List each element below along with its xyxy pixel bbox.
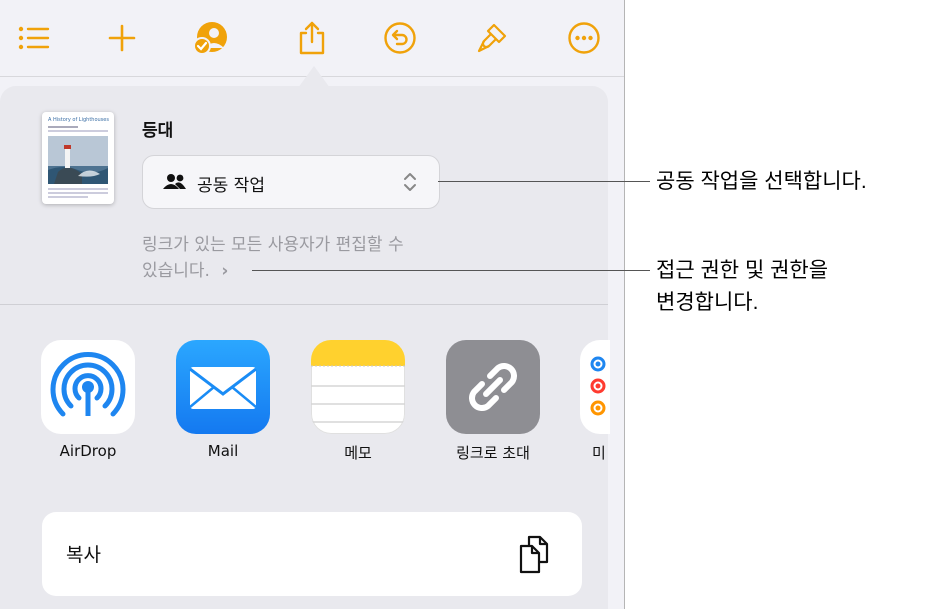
- add-icon[interactable]: [102, 18, 142, 58]
- copy-icon: [519, 535, 549, 574]
- section-divider: [0, 304, 608, 305]
- share-app-reminders[interactable]: 미: [580, 340, 620, 463]
- share-icon[interactable]: [292, 18, 332, 58]
- link-icon: [446, 340, 540, 434]
- share-app-airdrop[interactable]: AirDrop: [40, 340, 136, 460]
- callout-access-line2: 변경합니다.: [656, 291, 759, 314]
- people-icon: [163, 174, 186, 189]
- access-permission-link[interactable]: 링크가 있는 모든 사용자가 편집할 수 있습니다. ›: [142, 232, 522, 284]
- chevron-right-icon: ›: [221, 261, 229, 281]
- share-app-mail[interactable]: Mail: [175, 340, 271, 460]
- app-label: AirDrop: [59, 442, 117, 460]
- airdrop-icon: [41, 340, 135, 434]
- notes-icon: [311, 340, 405, 434]
- collaboration-mode-label: 공동 작업: [197, 176, 265, 196]
- list-icon[interactable]: [14, 18, 54, 58]
- mail-icon: [176, 340, 270, 434]
- callout-leader-collab: [438, 181, 650, 182]
- reminders-icon: [580, 340, 610, 434]
- permission-text-line1: 링크가 있는 모든 사용자가 편집할 수: [142, 235, 404, 255]
- app-label: 메모: [344, 444, 372, 462]
- copy-action[interactable]: 복사: [42, 512, 582, 596]
- thumbnail-heading: A History of Lighthouses: [48, 117, 109, 123]
- chevron-up-down-icon: [404, 173, 416, 191]
- permission-text-line2: 있습니다.: [142, 261, 210, 281]
- document-title: 등대: [142, 121, 174, 141]
- undo-icon[interactable]: [380, 18, 420, 58]
- document-thumbnail: A History of Lighthouses: [42, 112, 114, 204]
- lighthouse-image-icon: [48, 136, 108, 184]
- popover-arrow: [298, 66, 330, 88]
- collaboration-selector[interactable]: 공동 작업: [142, 155, 440, 209]
- collaborate-icon[interactable]: [192, 18, 232, 58]
- app-label: Mail: [207, 442, 239, 460]
- callout-collaboration: 공동 작업을 선택합니다.: [656, 170, 867, 193]
- callout-access: 접근 권한 및 권한을 변경합니다.: [656, 255, 828, 319]
- copy-label: 복사: [66, 544, 101, 566]
- app-label: 링크로 초대: [456, 444, 530, 462]
- more-icon[interactable]: [564, 18, 604, 58]
- share-app-notes[interactable]: 메모: [310, 340, 406, 463]
- share-app-invite-link[interactable]: 링크로 초대: [445, 340, 541, 463]
- callout-leader-access: [252, 270, 650, 271]
- format-brush-icon[interactable]: [472, 18, 512, 58]
- share-panel-frame: A History of Lighthouses 등대 공동 작업 링크가 있는: [0, 0, 625, 609]
- callout-access-line1: 접근 권한 및 권한을: [656, 259, 829, 282]
- app-label: 미: [592, 444, 606, 462]
